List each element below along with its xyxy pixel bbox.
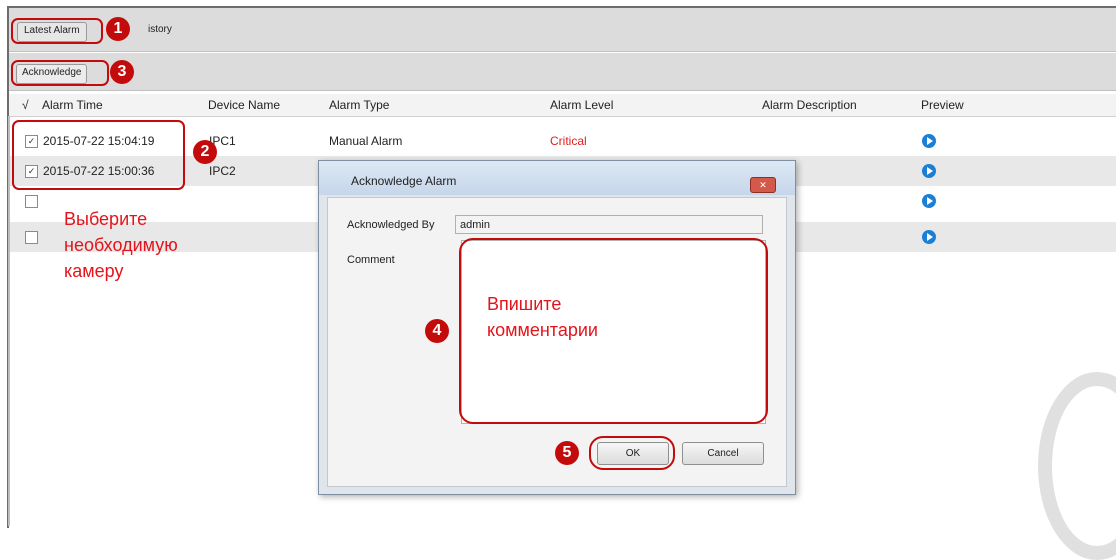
highlight-ok-button: [589, 436, 675, 470]
header-alarm-time[interactable]: Alarm Time: [42, 98, 103, 112]
step-badge-5: 5: [555, 441, 579, 465]
highlight-acknowledge-button: [11, 60, 109, 86]
tab-alarm-history[interactable]: istory: [148, 23, 172, 37]
step-badge-2: 2: [193, 140, 217, 164]
row-checkbox[interactable]: [25, 231, 38, 244]
select-hint-line: Выберите: [64, 209, 148, 229]
table-header: √ Alarm Time Device Name Alarm Type Alar…: [9, 94, 1116, 117]
tab-bar: [9, 8, 1116, 52]
step-badge-4: 4: [425, 319, 449, 343]
header-alarm-level[interactable]: Alarm Level: [550, 98, 613, 112]
acknowledged-by-field[interactable]: admin: [455, 215, 763, 234]
dialog-title: Acknowledge Alarm: [351, 174, 457, 188]
step-badge-1: 1: [106, 17, 130, 41]
play-circle-icon[interactable]: [922, 194, 936, 208]
comment-hint: Впишите комментарии: [487, 291, 598, 343]
dialog-title-bar[interactable]: Acknowledge Alarm ✕: [319, 161, 795, 195]
header-device-name[interactable]: Device Name: [208, 98, 280, 112]
acknowledged-by-label: Acknowledged By: [347, 219, 435, 231]
cancel-button[interactable]: Cancel: [682, 442, 764, 465]
header-preview[interactable]: Preview: [921, 98, 964, 112]
select-hint-line: необходимую: [64, 235, 178, 255]
row-checkbox[interactable]: [25, 195, 38, 208]
close-icon[interactable]: ✕: [750, 177, 776, 193]
toolbar: [9, 53, 1116, 91]
alarm-level-cell: Critical: [550, 134, 587, 148]
comment-hint-line: Впишите: [487, 294, 562, 314]
device-name-cell: IPC2: [209, 164, 236, 178]
play-circle-icon[interactable]: [922, 134, 936, 148]
alarm-type-cell: Manual Alarm: [329, 134, 403, 148]
comment-hint-line: комментарии: [487, 320, 598, 340]
header-check[interactable]: √: [22, 98, 29, 112]
comment-label: Comment: [347, 254, 395, 266]
header-alarm-description[interactable]: Alarm Description: [762, 98, 857, 112]
play-circle-icon[interactable]: [922, 230, 936, 244]
play-circle-icon[interactable]: [922, 164, 936, 178]
select-hint-line: камеру: [64, 261, 124, 281]
step-badge-3: 3: [110, 60, 134, 84]
highlight-selected-rows: [12, 120, 185, 190]
select-camera-hint: Выберите необходимую камеру: [64, 206, 178, 284]
highlight-latest-tab: [11, 18, 103, 44]
header-alarm-type[interactable]: Alarm Type: [329, 98, 389, 112]
vertical-scrollbar[interactable]: [8, 116, 10, 526]
